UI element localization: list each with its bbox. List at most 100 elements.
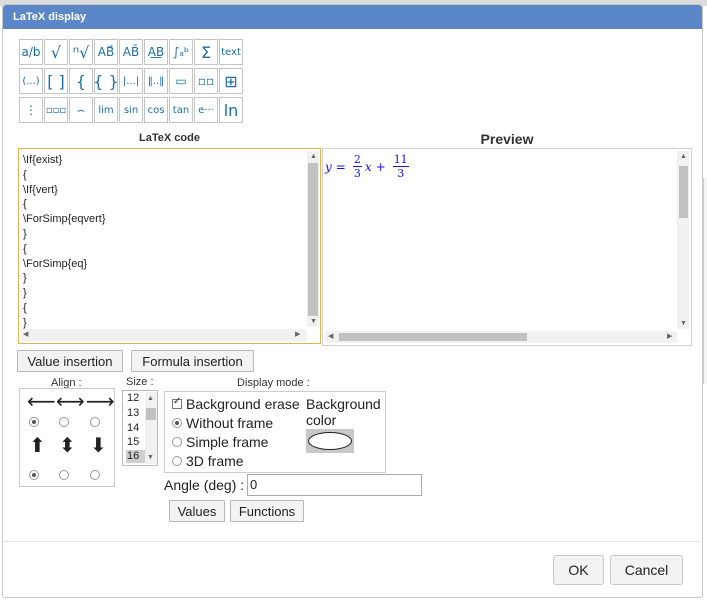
segment-icon[interactable]: AB̄ (119, 39, 143, 65)
scroll-up-arrow-icon[interactable]: ▲ (310, 153, 317, 161)
preview-area: y = 2 3 x + 11 3 ▲ ▼ ◀ ▶ (322, 148, 692, 346)
equation-y: y (325, 159, 332, 174)
background-erase-option[interactable]: Background erase (172, 396, 300, 412)
size-option[interactable]: 15 (126, 436, 145, 449)
norm-icon[interactable]: ‖..‖ (144, 68, 168, 94)
code-line: \ForSimp{eqvert} (23, 213, 106, 226)
exponential-icon[interactable]: e··· (194, 97, 218, 123)
code-horizontal-scrollbar[interactable]: ◀ ▶ (21, 329, 307, 341)
size-option-selected[interactable]: 16 (126, 450, 145, 463)
background-color-swatch[interactable] (306, 429, 354, 453)
without-frame-option[interactable]: Without frame (172, 415, 273, 431)
code-lines[interactable]: \If{exist}{\If{vert}{\ForSimp{eqvert}}{\… (23, 153, 305, 331)
tan-icon[interactable]: tan (169, 97, 193, 123)
horizontal-three-boxes-icon[interactable]: ▫▫▫ (44, 97, 68, 123)
size-option[interactable]: 13 (126, 407, 145, 420)
parentheses-icon[interactable]: (...) (19, 68, 43, 94)
arc-icon[interactable]: ⌢ (69, 97, 93, 123)
preview-scroll-left-icon[interactable]: ◀ (328, 333, 333, 341)
text-icon[interactable]: text (219, 39, 243, 65)
cancel-button[interactable]: Cancel (610, 555, 683, 585)
preview-hscroll-thumb[interactable] (339, 333, 527, 341)
braces-icon[interactable]: { } (94, 68, 118, 94)
code-line: { (23, 242, 27, 255)
ok-button[interactable]: OK (553, 555, 604, 585)
equation-equals: = (335, 159, 346, 174)
latex-toolbar: a/b √ ⁿ√ AB⃗ AB̄ A͟B ∫ₐᵇ Σtext (...)[ ]{{ } |...|… (19, 39, 253, 126)
code-line: { (23, 168, 27, 181)
align-center-arrow-icon[interactable]: ⟷ (56, 391, 85, 411)
value-insertion-button[interactable]: Value insertion (17, 350, 123, 372)
values-button[interactable]: Values (169, 500, 225, 522)
size-scroll-up-icon[interactable]: ▲ (147, 395, 154, 403)
simple-frame-radio[interactable] (172, 437, 182, 447)
fraction-1-denominator: 3 (353, 167, 361, 180)
equation-preview: y = 2 3 x + 11 3 (325, 153, 412, 180)
size-scroll-down-icon[interactable]: ▼ (147, 454, 154, 462)
align-center-radio[interactable] (59, 417, 69, 427)
simple-frame-option[interactable]: Simple frame (172, 434, 268, 450)
3d-frame-radio[interactable] (172, 456, 182, 466)
size-listbox[interactable]: 12 13 14 15 16 ▲ ▼ (122, 390, 158, 466)
left-brace-icon[interactable]: { (69, 68, 93, 94)
equation-fraction-1: 2 3 (352, 153, 362, 180)
size-scroll-thumb[interactable] (146, 408, 156, 420)
functions-button[interactable]: Functions (230, 500, 304, 522)
scroll-left-arrow-icon[interactable]: ◀ (23, 331, 28, 339)
preview-vertical-scrollbar[interactable]: ▲ ▼ (677, 151, 689, 329)
align-right-radio[interactable] (90, 417, 100, 427)
limit-icon[interactable]: lim (94, 97, 118, 123)
integral-icon[interactable]: ∫ₐᵇ (169, 39, 193, 65)
align-top-radio[interactable] (29, 470, 39, 480)
dialog-title[interactable]: LaTeX display (3, 5, 702, 29)
background-erase-checkbox[interactable] (172, 396, 182, 409)
latex-code-editor[interactable]: \If{exist}{\If{vert}{\ForSimp{eqvert}}{\… (18, 148, 321, 344)
size-label: Size : (126, 376, 154, 388)
vertical-two-boxes-icon[interactable]: ▭ (169, 68, 193, 94)
preview-scroll-right-icon[interactable]: ▶ (667, 333, 672, 341)
cos-icon[interactable]: cos (144, 97, 168, 123)
fraction-icon[interactable]: a/b (19, 39, 43, 65)
align-left-arrow-icon[interactable]: ⟵ (27, 391, 56, 411)
size-option[interactable]: 12 (126, 392, 145, 405)
align-left-radio[interactable] (29, 417, 39, 427)
code-line: } (23, 227, 27, 240)
code-vertical-scrollbar[interactable]: ▲ ▼ (307, 151, 319, 327)
code-scroll-thumb[interactable] (308, 163, 318, 316)
angle-input[interactable]: 0 (247, 474, 422, 496)
sin-icon[interactable]: sin (119, 97, 143, 123)
background-window-edge (703, 178, 707, 384)
nth-root-icon[interactable]: ⁿ√ (69, 39, 93, 65)
preview-scroll-up-icon[interactable]: ▲ (680, 153, 687, 161)
align-top-arrow-icon[interactable]: ⬆ (29, 435, 46, 455)
preview-scroll-thumb[interactable] (679, 166, 688, 218)
without-frame-radio[interactable] (172, 418, 182, 428)
sum-icon[interactable]: Σ (194, 39, 218, 65)
horizontal-two-boxes-icon[interactable]: ▫▫ (194, 68, 218, 94)
absolute-value-icon[interactable]: |...| (119, 68, 143, 94)
align-right-arrow-icon[interactable]: ⟶ (86, 391, 115, 411)
ln-icon[interactable]: ln (219, 97, 243, 123)
display-mode-label: Display mode : (237, 377, 310, 389)
grid-boxes-icon[interactable]: ⊞ (219, 68, 243, 94)
size-scrollbar[interactable]: ▲ ▼ (145, 392, 157, 464)
preview-scroll-down-icon[interactable]: ▼ (680, 320, 687, 328)
align-bottom-radio[interactable] (90, 470, 100, 480)
formula-insertion-button[interactable]: Formula insertion (131, 350, 254, 372)
brackets-icon[interactable]: [ ] (44, 68, 68, 94)
3d-frame-option[interactable]: 3D frame (172, 453, 244, 469)
align-bottom-arrow-icon[interactable]: ⬇ (90, 435, 107, 455)
footer-separator (2, 541, 703, 542)
align-middle-arrow-icon[interactable]: ⬍ (59, 435, 76, 455)
scroll-down-arrow-icon[interactable]: ▼ (310, 318, 317, 326)
background-erase-label: Background erase (186, 396, 300, 412)
sqrt-icon[interactable]: √ (44, 39, 68, 65)
align-middle-radio[interactable] (59, 470, 69, 480)
size-option[interactable]: 14 (126, 422, 145, 435)
vertical-three-boxes-icon[interactable]: ⋮ (19, 97, 43, 123)
scroll-right-arrow-icon[interactable]: ▶ (295, 331, 300, 339)
vector-icon[interactable]: AB⃗ (94, 39, 118, 65)
preview-horizontal-scrollbar[interactable]: ◀ ▶ (325, 331, 677, 343)
underline-icon[interactable]: A͟B (144, 39, 168, 65)
3d-frame-label: 3D frame (186, 453, 244, 469)
